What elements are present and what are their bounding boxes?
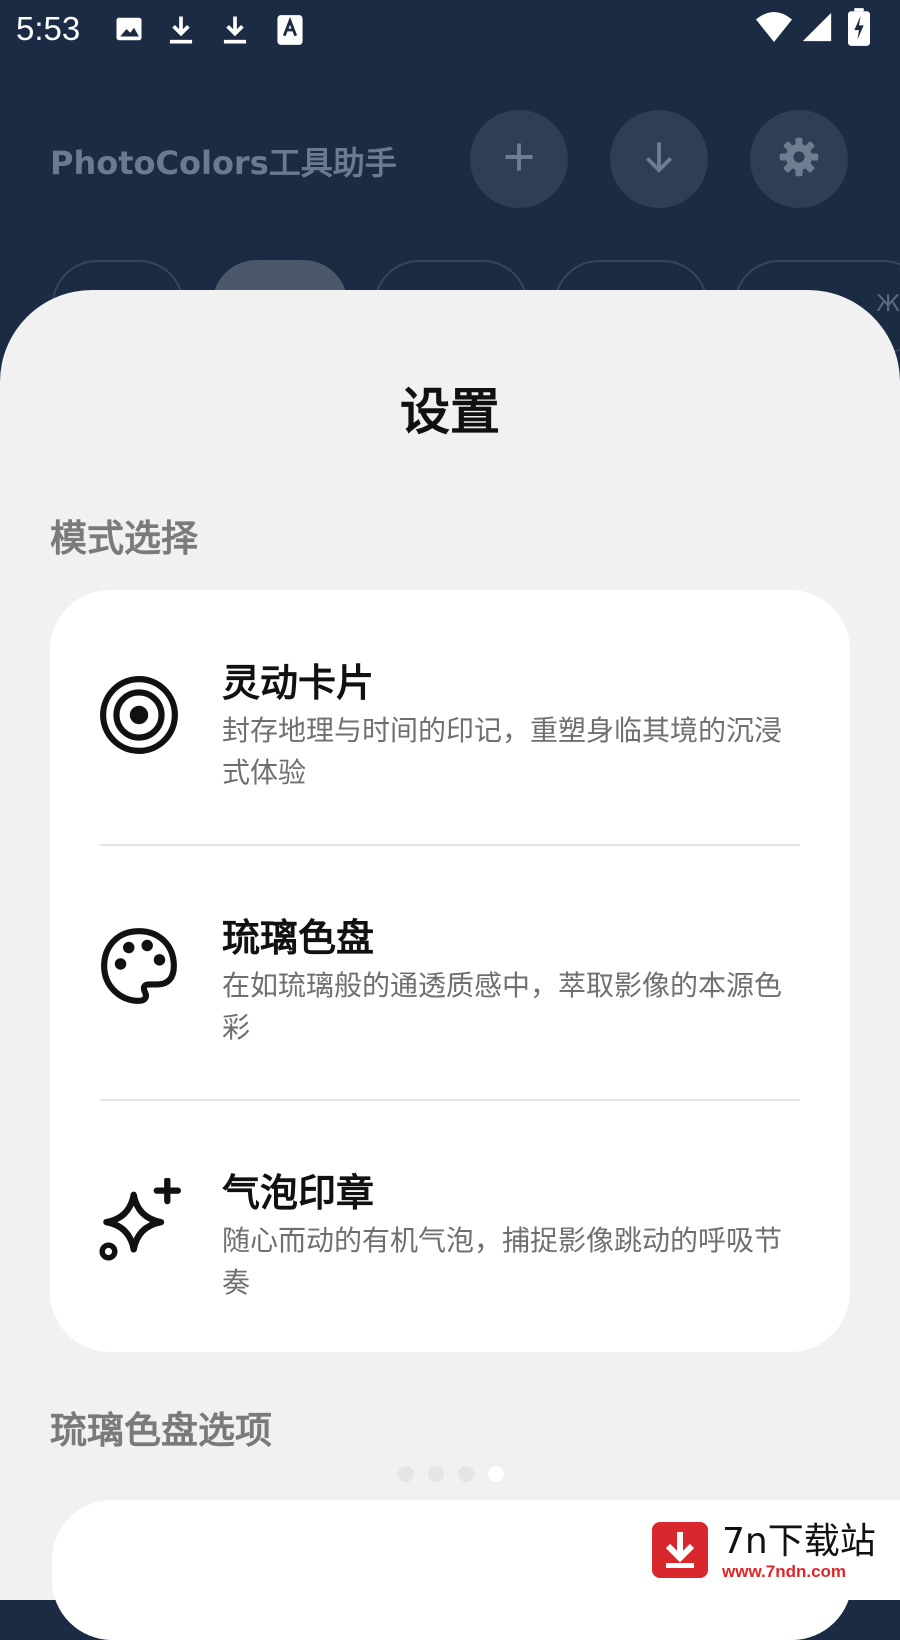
mode-title: 灵动卡片 (222, 661, 375, 705)
target-icon (98, 674, 180, 756)
settings-button[interactable] (750, 110, 848, 208)
download-button[interactable] (610, 110, 708, 208)
sparkles-icon (98, 1176, 181, 1261)
signal-icon (800, 10, 834, 48)
mode-item-dynamic-card[interactable]: 灵动卡片 封存地理与时间的印记，重塑身临其境的沉浸式体验 (50, 590, 850, 844)
font-icon (276, 14, 304, 50)
palette-icon (98, 925, 180, 1007)
add-button[interactable] (470, 110, 568, 208)
watermark: 7n下载站 www.7ndn.com (630, 1500, 900, 1600)
settings-sheet: 设置 模式选择 灵动卡片 封存地理与时间的印记，重塑身临其境的沉浸式体验 琉璃色… (0, 290, 900, 1600)
watermark-url: www.7ndn.com (722, 1562, 847, 1581)
watermark-name: 7n下载站 (722, 1521, 876, 1562)
page-dot (398, 1466, 414, 1482)
mode-item-bubble-stamp[interactable]: 气泡印章 随心而动的有机气泡，捕捉影像跳动的呼吸节奏 (50, 1100, 850, 1354)
page-dot-active (488, 1466, 504, 1482)
mode-description: 在如琉璃般的通透质感中，萃取影像的本源色彩 (222, 969, 783, 1044)
download-icon (220, 14, 250, 50)
gear-icon (778, 136, 820, 182)
page-indicator (398, 1466, 504, 1482)
download-icon (166, 14, 196, 50)
download-logo-icon (652, 1522, 708, 1578)
mode-description: 随心而动的有机气泡，捕捉影像跳动的呼吸节奏 (222, 1224, 783, 1299)
mode-description: 封存地理与时间的印记，重塑身临其境的沉浸式体验 (222, 714, 783, 789)
battery-charging-icon (848, 8, 870, 50)
status-time: 5:53 (16, 10, 81, 47)
chip-label: Ж (876, 292, 900, 317)
page-dot (458, 1466, 474, 1482)
sheet-title: 设置 (400, 383, 500, 441)
mode-section-label: 模式选择 (50, 517, 198, 560)
image-icon (114, 14, 144, 48)
download-icon (641, 138, 677, 180)
status-bar: 5:53 (0, 0, 900, 62)
page-dot (428, 1466, 444, 1482)
mode-item-glass-palette[interactable]: 琉璃色盘 在如琉璃般的通透质感中，萃取影像的本源色彩 (50, 845, 850, 1099)
mode-title: 气泡印章 (222, 1171, 375, 1215)
options-section-label: 琉璃色盘选项 (50, 1409, 272, 1452)
mode-title: 琉璃色盘 (222, 916, 375, 960)
wifi-icon (756, 10, 792, 48)
app-title: PhotoColors工具助手 (50, 144, 397, 182)
mode-card: 灵动卡片 封存地理与时间的印记，重塑身临其境的沉浸式体验 琉璃色盘 在如琉璃般的… (50, 590, 850, 1352)
add-icon (501, 139, 537, 179)
